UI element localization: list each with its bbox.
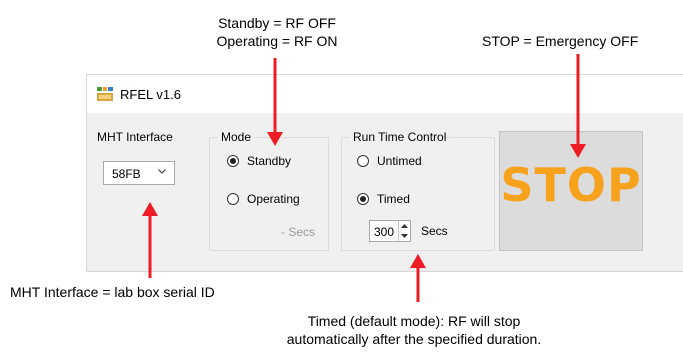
untimed-radio-label[interactable]: Untimed: [377, 154, 422, 168]
timed-annotation-line2: automatically after the specified durati…: [286, 331, 542, 347]
mht-interface-label: MHT Interface: [97, 130, 173, 144]
operating-radio-label[interactable]: Operating: [247, 192, 300, 206]
duration-unit-label: Secs: [421, 224, 448, 238]
standby-annotation-line1: Standby = RF OFF: [218, 15, 336, 31]
standby-radio-label[interactable]: Standby: [247, 154, 291, 168]
app-icon: [97, 87, 113, 101]
standby-annotation-line2: Operating = RF ON: [216, 33, 338, 49]
standby-annotation: Standby = RF OFF Operating = RF ON: [192, 14, 362, 50]
timed-radio[interactable]: [357, 193, 369, 205]
mht-annotation: MHT Interface = lab box serial ID: [10, 284, 215, 300]
duration-value: 300: [374, 225, 395, 239]
spinner-down-icon[interactable]: [399, 231, 410, 241]
window-title: RFEL v1.6: [120, 87, 181, 102]
title-bar: RFEL v1.6: [87, 75, 683, 113]
timed-annotation-line1: Timed (default mode): RF will stop: [307, 313, 521, 329]
spinner-buttons: [398, 221, 410, 241]
mode-group-label: Mode: [218, 130, 255, 144]
untimed-radio[interactable]: [357, 155, 369, 167]
operating-radio[interactable]: [227, 193, 239, 205]
mht-interface-value: 58FB: [112, 167, 141, 181]
stop-annotation: STOP = Emergency OFF: [482, 33, 639, 49]
spinner-up-icon[interactable]: [399, 221, 410, 231]
mode-secs-label: - Secs: [281, 225, 316, 239]
app-window: RFEL v1.6 MHT Interface 58FB Mode Standb…: [86, 74, 683, 272]
stop-button[interactable]: STOP: [499, 131, 643, 251]
run-time-control-label: Run Time Control: [350, 130, 450, 144]
timed-annotation: Timed (default mode): RF will stop autom…: [244, 312, 584, 348]
duration-spinner[interactable]: 300: [369, 220, 411, 242]
mht-interface-dropdown[interactable]: 58FB: [103, 161, 175, 185]
timed-radio-label[interactable]: Timed: [377, 192, 410, 206]
chevron-down-icon: [158, 169, 166, 174]
stop-button-label: STOP: [500, 158, 642, 212]
standby-radio[interactable]: [227, 155, 239, 167]
